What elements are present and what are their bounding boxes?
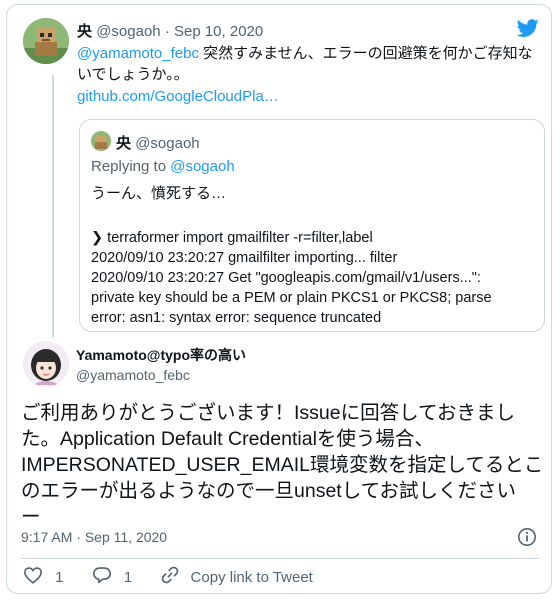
copy-link-button[interactable]: Copy link to Tweet [160, 565, 313, 589]
info-icon[interactable] [517, 527, 537, 547]
quoted-tweet[interactable]: 央 @sogaoh Replying to @sogaoh うーん、憤死する… … [79, 119, 545, 332]
parent-mention[interactable]: @yamamoto_febc [77, 45, 199, 62]
reply-text-line: ー [21, 506, 41, 528]
like-count: 1 [55, 568, 64, 586]
copy-link-label: Copy link to Tweet [190, 568, 313, 586]
link-icon [160, 565, 180, 589]
like-button[interactable]: 1 [23, 566, 64, 588]
quoted-avatar [91, 131, 111, 151]
twitter-bird-icon[interactable] [515, 17, 541, 39]
quoted-handle: @sogaoh [135, 135, 200, 152]
thread-line [52, 75, 54, 337]
reply-time: 9:17 AM [21, 529, 73, 545]
parent-text-line1: 突然すみません、エラーの回避策を何かご存知な [198, 45, 533, 62]
parent-link[interactable]: github.com/GoogleCloudPla… [77, 86, 542, 107]
quoted-text: うーん、憤死する… [91, 185, 227, 202]
reply-date: Sep 11, 2020 [84, 529, 168, 545]
quoted-display-name: 央 [116, 135, 132, 152]
log-line: 2020/09/10 23:20:27 Get "googleapis.com/… [91, 270, 481, 286]
parent-separator: · [164, 23, 170, 40]
quoted-log: ❯ terraformer import gmailfilter -r=filt… [91, 228, 492, 328]
reply-display-name[interactable]: Yamamoto@typo率の高い [76, 345, 246, 365]
reply-text-line: のエラーが出るようなので一旦unsetしてお試しください [21, 480, 517, 502]
log-line: private key should be a PEM or plain PKC… [91, 290, 492, 306]
reply-timestamp[interactable]: 9:17 AM · Sep 11, 2020 [21, 529, 167, 545]
divider [21, 558, 539, 559]
reply-handle[interactable]: @yamamoto_febc [76, 367, 190, 383]
reply-icon [92, 566, 112, 588]
replying-to-label: Replying to [91, 158, 167, 175]
parent-text-line2: いでしょうか。。 [77, 66, 189, 83]
heart-icon [23, 566, 43, 588]
reply-text-line: IMPERSONATED_USER_EMAIL環境変数を指定してるとこ [21, 454, 544, 476]
parent-avatar[interactable] [23, 18, 69, 64]
log-line: error: asn1: syntax error: sequence trun… [91, 310, 382, 326]
reply-count: 1 [123, 568, 133, 586]
parent-header: 央 @sogaoh · Sep 10, 2020 [77, 20, 263, 41]
action-bar: 1 1 Copy link to Tweet [23, 565, 313, 591]
replying-to-handle[interactable]: @sogaoh [170, 158, 234, 175]
parent-display-name[interactable]: 央 [77, 23, 92, 40]
reply-button[interactable]: 1 [92, 566, 133, 588]
reply-text: ご利用ありがとうございます！Issueに回答しておきまし た。Applicati… [21, 400, 543, 530]
reply-text-line: ご利用ありがとうございます！Issueに回答しておきまし [21, 402, 515, 424]
reply-separator: · [76, 529, 81, 545]
reply-avatar[interactable] [23, 341, 69, 387]
parent-handle[interactable]: @sogaoh [96, 23, 160, 40]
quoted-header: 央 @sogaoh [116, 132, 200, 153]
quoted-replying-to: Replying to @sogaoh [91, 158, 235, 175]
tweet-embed-card: 央 @sogaoh · Sep 10, 2020 @yamamoto_febc … [6, 4, 552, 594]
log-line: 2020/09/10 23:20:27 gmailfilter importin… [91, 250, 398, 266]
parent-date[interactable]: Sep 10, 2020 [174, 23, 263, 40]
log-line: ❯ terraformer import gmailfilter -r=filt… [91, 230, 373, 246]
reply-text-line: た。Application Default Credentialを使う場合、 [21, 428, 434, 450]
parent-tweet-text: @yamamoto_febc 突然すみません、エラーの回避策を何かご存知な いで… [77, 43, 542, 107]
